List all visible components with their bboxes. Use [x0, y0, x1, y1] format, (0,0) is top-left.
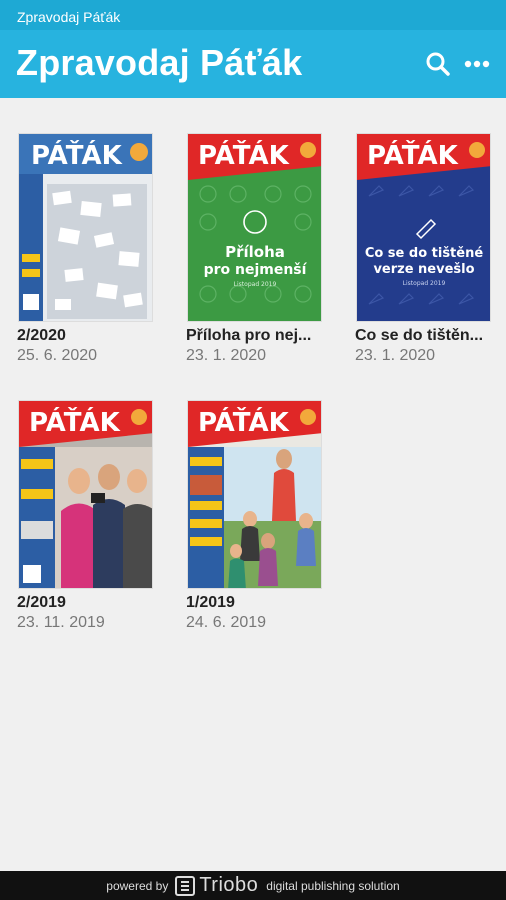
status-app-name: Zpravodaj Páťák — [17, 9, 121, 25]
search-button[interactable] — [422, 48, 454, 80]
issue-date: 23. 11. 2019 — [17, 614, 105, 631]
cover-masthead: PÁŤÁK — [29, 406, 121, 438]
cover-headline: Co se do tištěné — [365, 246, 484, 261]
status-bar: Zpravodaj Páťák — [0, 0, 506, 30]
cover-masthead: PÁŤÁK — [367, 139, 459, 171]
issue-date: 25. 6. 2020 — [17, 347, 98, 364]
cover-headline: verze nevešlo — [373, 262, 474, 277]
footer-powered-by: powered by — [106, 878, 169, 893]
cover-headline: pro nejmenší — [204, 262, 308, 278]
issue-title: Příloha pro nej... — [186, 327, 312, 344]
cover-subline: Listopad 2019 — [234, 281, 277, 288]
issue-cover[interactable]: PÁŤÁK — [18, 400, 153, 589]
cover-masthead: PÁŤÁK — [198, 406, 290, 438]
footer-tagline: digital publishing solution — [266, 878, 400, 893]
issue-title: 2/2020 — [17, 327, 66, 344]
cover-masthead: PÁŤÁK — [31, 139, 123, 171]
issue-title: Co se do tištěn... — [355, 327, 484, 344]
issue-date: 24. 6. 2019 — [186, 614, 267, 631]
more-options-button[interactable] — [461, 48, 493, 80]
issue-cover[interactable]: PÁŤÁK Co se do tištěné verze nevešlo Lis… — [356, 133, 491, 322]
cover-subline: Listopad 2019 — [403, 280, 446, 287]
footer-brand: Triobo — [199, 874, 259, 896]
issue-date: 23. 1. 2020 — [355, 347, 436, 364]
issue-date: 23. 1. 2020 — [186, 347, 267, 364]
app-title: Zpravodaj Páťák — [16, 42, 303, 83]
issue-grid: PÁŤÁK 2/2020 25. 6. 2020 PÁŤÁK Příloha p… — [0, 98, 506, 871]
cover-masthead: PÁŤÁK — [198, 139, 290, 171]
search-icon — [426, 52, 450, 76]
app-bar: Zpravodaj Páťák — [0, 30, 506, 98]
footer-banner[interactable]: powered by Triobo digital publishing sol… — [0, 871, 506, 900]
triobo-logo-icon — [175, 875, 196, 896]
cover-headline: Příloha — [225, 243, 285, 261]
issue-title: 1/2019 — [186, 594, 235, 611]
issue-cover[interactable]: PÁŤÁK — [187, 400, 322, 589]
more-icon — [464, 60, 490, 68]
issue-cover[interactable]: PÁŤÁK — [18, 133, 153, 322]
issue-cover[interactable]: PÁŤÁK Příloha pro nejmenší Listopad 2019 — [187, 133, 322, 322]
issue-title: 2/2019 — [17, 594, 66, 611]
